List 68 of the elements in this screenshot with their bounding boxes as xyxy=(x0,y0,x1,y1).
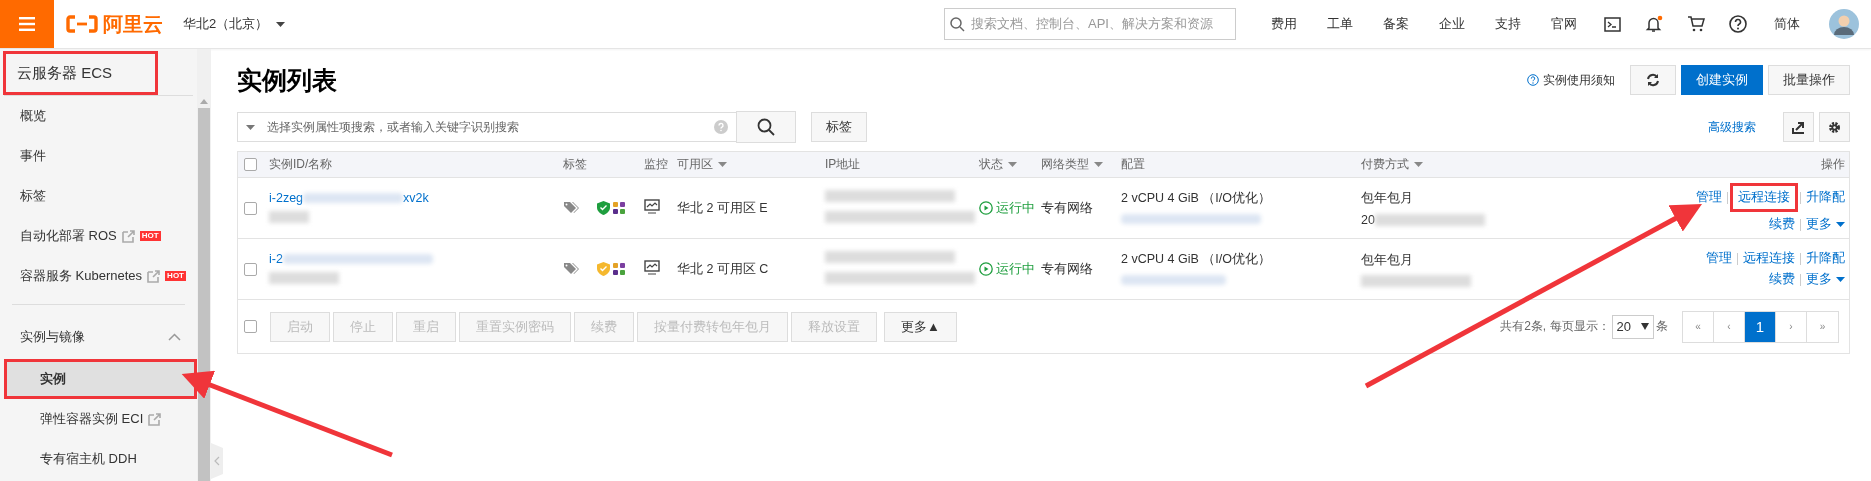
column-header[interactable]: 网络类型 xyxy=(1041,156,1089,173)
nav-link[interactable]: 支持 xyxy=(1480,15,1536,33)
sidebar-item[interactable]: 事件 xyxy=(0,136,197,176)
status-label: 运行中 xyxy=(979,260,1041,278)
nav-link[interactable]: 费用 xyxy=(1256,15,1312,33)
sidebar-item[interactable]: 专有宿主机 DDH xyxy=(4,439,197,479)
action-link[interactable]: 升降配 xyxy=(1801,250,1845,267)
action-link[interactable]: 管理 xyxy=(1691,189,1727,206)
page-size-select[interactable]: 20 xyxy=(1611,314,1654,339)
sidebar-group-header[interactable]: 实例与镜像 xyxy=(0,315,197,359)
sidebar-item[interactable]: 概览 xyxy=(0,96,197,136)
page-button[interactable]: 1 xyxy=(1745,311,1776,342)
pagination-summary: 共有2条, 每页显示： xyxy=(1500,318,1610,335)
nav-link[interactable]: 备案 xyxy=(1368,15,1424,33)
instance-id-link[interactable]: i-2 xyxy=(269,251,283,266)
advanced-search-link[interactable]: 高级搜索 xyxy=(1708,118,1756,136)
sidebar-item[interactable]: 自动化部署 ROS HOT xyxy=(0,216,197,256)
hot-badge: HOT xyxy=(139,231,161,241)
column-header: 操作 xyxy=(1821,156,1845,173)
column-header: 监控 xyxy=(644,156,668,173)
column-header: IP地址 xyxy=(825,156,861,173)
logo-text: 阿里云 xyxy=(103,11,163,37)
table-cell-text: 专有网络 xyxy=(1041,260,1094,278)
nav-link[interactable]: 企业 xyxy=(1424,15,1480,33)
help-link[interactable]: 实例使用须知 xyxy=(1527,71,1615,89)
region-dropdown[interactable]: 华北2（北京） xyxy=(183,15,286,33)
action-link[interactable]: 升降配 xyxy=(1801,189,1845,206)
action-link[interactable]: 远程连接 xyxy=(1730,183,1798,212)
table-cell-text: 2 vCPU 4 GiB （I/O优化） xyxy=(1121,189,1272,207)
table-cell-text: 2 vCPU 4 GiB （I/O优化） xyxy=(1121,250,1272,268)
sidebar-item[interactable]: 实例 xyxy=(4,359,197,399)
action-link[interactable]: 续费 xyxy=(1764,216,1800,233)
search-field[interactable]: 选择实例属性项搜索，或者输入关键字识别搜索 xyxy=(237,112,737,142)
hot-badge: HOT xyxy=(165,271,186,281)
column-header[interactable]: 状态 xyxy=(979,156,1003,173)
table-cell: 20 xyxy=(1361,212,1375,227)
sidebar-item[interactable]: 容器服务 Kubernetes HOT xyxy=(0,256,197,296)
nav-link[interactable]: 工单 xyxy=(1312,15,1368,33)
action-link[interactable]: 更多 xyxy=(1801,271,1845,288)
page-title: 实例列表 xyxy=(237,64,338,96)
sidebar-item[interactable]: 标签 xyxy=(0,176,197,216)
column-header: 实例ID/名称 xyxy=(269,156,333,173)
page-size-unit: 条 xyxy=(1656,318,1668,335)
column-header: 标签 xyxy=(563,156,587,173)
action-link[interactable]: 更多 xyxy=(1801,216,1845,233)
table-cell-text: 华北 2 可用区 E xyxy=(677,199,769,217)
column-header[interactable]: 可用区 xyxy=(677,156,713,173)
toolbar-button[interactable]: 创建实例 xyxy=(1681,65,1763,95)
instance-id-link[interactable]: xv2k xyxy=(403,190,429,205)
table-cell-text: 专有网络 xyxy=(1041,199,1094,217)
status-label: 运行中 xyxy=(979,199,1041,217)
search-field[interactable]: 搜索文档、控制台、API、解决方案和资源 xyxy=(944,8,1236,40)
language-link[interactable]: 简体 xyxy=(1759,15,1815,33)
action-link[interactable]: 远程连接 xyxy=(1738,250,1800,267)
table-cell-text: 华北 2 可用区 C xyxy=(677,260,770,278)
table-cell-text: 包年包月 xyxy=(1361,251,1414,269)
column-header: 配置 xyxy=(1121,156,1145,173)
instance-id-link[interactable]: i-2zeg xyxy=(269,190,304,205)
batch-action-button[interactable]: 更多▲ xyxy=(884,311,957,342)
toolbar-button[interactable]: 批量操作 xyxy=(1768,65,1850,95)
sidebar-item[interactable]: 弹性容器实例 ECI xyxy=(4,399,197,439)
sidebar-title: 云服务器 ECS xyxy=(3,51,158,95)
column-header[interactable]: 付费方式 xyxy=(1361,156,1409,173)
action-link[interactable]: 续费 xyxy=(1764,271,1800,288)
tag-button[interactable]: 标签 xyxy=(811,112,867,142)
table-cell-text: 包年包月 xyxy=(1361,189,1414,207)
nav-link[interactable]: 官网 xyxy=(1536,15,1592,33)
action-link[interactable]: 管理 xyxy=(1701,250,1737,267)
